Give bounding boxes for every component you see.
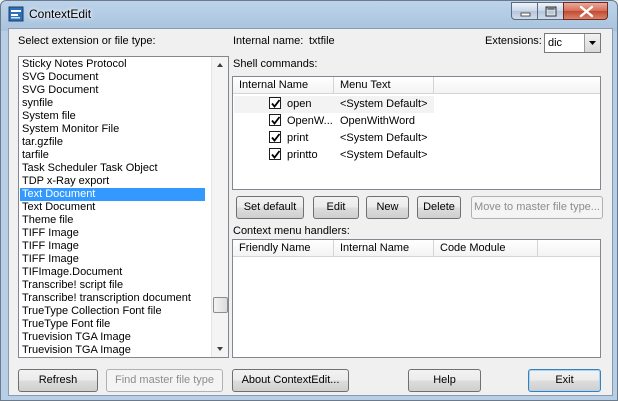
chevron-down-icon xyxy=(589,41,596,45)
shell-command-internal-name: printto xyxy=(287,149,318,161)
file-type-item[interactable]: synfile xyxy=(20,97,205,110)
handlers-col-filler xyxy=(538,240,600,257)
shell-command-menu-text: <System Default> xyxy=(340,149,428,161)
minimize-icon xyxy=(520,12,531,17)
title-bar[interactable]: ContextEdit xyxy=(1,1,617,27)
help-button[interactable]: Help xyxy=(408,369,481,392)
file-type-item[interactable]: tar.gzfile xyxy=(20,136,205,149)
file-type-list[interactable]: Truevision TGA Image Truevision TGA Image… xyxy=(18,56,229,358)
internal-name-label: Internal name: xyxy=(233,35,304,47)
file-type-item[interactable]: TIFF Image xyxy=(20,227,205,240)
file-type-item[interactable]: Transcribe! transcription document xyxy=(20,292,205,305)
shell-command-checkbox[interactable] xyxy=(269,97,281,109)
file-type-item[interactable]: Text Document xyxy=(20,201,205,214)
delete-button[interactable]: Delete xyxy=(417,196,461,219)
about-button[interactable]: About ContextEdit... xyxy=(232,369,349,392)
scroll-thumb[interactable] xyxy=(213,297,228,313)
handlers-col-code-module[interactable]: Code Module xyxy=(434,240,538,257)
handlers-col-internal-name[interactable]: Internal Name xyxy=(334,240,434,257)
scroll-down-icon[interactable] xyxy=(212,341,228,357)
shell-command-internal-name: open xyxy=(287,98,312,110)
extensions-dropdown-button[interactable] xyxy=(584,34,600,52)
shell-commands-table[interactable]: Internal Name Menu Text open <System Defa… xyxy=(232,76,601,190)
file-type-item[interactable]: TrueType Font file xyxy=(20,318,205,331)
file-type-item[interactable]: TIFImage.Document xyxy=(20,266,205,279)
shell-command-internal-name: OpenW... xyxy=(287,115,333,127)
edit-button[interactable]: Edit xyxy=(313,196,359,219)
file-type-item[interactable]: TIFF Image xyxy=(20,253,205,266)
extensions-combo-value: dic xyxy=(548,37,563,49)
shell-command-menu-text: <System Default> xyxy=(340,132,428,144)
file-type-item[interactable]: Sticky Notes Protocol xyxy=(20,58,205,71)
file-type-item[interactable]: tarfile xyxy=(20,149,205,162)
shell-command-row[interactable]: OpenW... OpenWithWord xyxy=(234,113,434,130)
new-button[interactable]: New xyxy=(366,196,409,219)
file-type-item[interactable]: TIFF Image xyxy=(20,240,205,253)
shell-command-row[interactable]: open <System Default> xyxy=(234,96,434,113)
close-icon xyxy=(579,5,594,18)
file-type-item[interactable]: Truevision TGA Image xyxy=(20,344,205,357)
file-type-item[interactable]: Theme file xyxy=(20,214,205,227)
maximize-button[interactable] xyxy=(537,2,564,20)
close-window-button[interactable] xyxy=(563,2,608,20)
file-type-item[interactable]: Transcribe! script file xyxy=(20,279,205,292)
set-default-button[interactable]: Set default xyxy=(236,196,304,219)
shell-col-filler xyxy=(434,77,600,94)
file-type-item[interactable]: TrueType Collection Font file xyxy=(20,305,205,318)
shell-command-checkbox[interactable] xyxy=(269,148,281,160)
file-type-item[interactable]: TDP x-Ray export xyxy=(20,175,205,188)
move-to-master-button[interactable]: Move to master file type... xyxy=(471,196,603,219)
shell-col-menu-text[interactable]: Menu Text xyxy=(334,77,434,94)
shell-command-menu-text: OpenWithWord xyxy=(340,115,415,127)
checkmark-icon xyxy=(271,150,281,159)
checkmark-icon xyxy=(271,133,281,142)
internal-name-value: txtfile xyxy=(309,35,335,47)
find-master-button[interactable]: Find master file type xyxy=(106,369,223,392)
checkmark-icon xyxy=(271,116,281,125)
file-type-item[interactable]: System file xyxy=(20,110,205,123)
context-handlers-table[interactable]: Friendly Name Internal Name Code Module xyxy=(232,239,601,358)
scroll-up-icon[interactable] xyxy=(212,57,228,73)
client-area: Select extension or file type: Truevisio… xyxy=(8,28,613,396)
select-extension-label: Select extension or file type: xyxy=(18,35,156,47)
file-type-item[interactable]: Truevision TGA Image xyxy=(20,331,205,344)
extensions-combo[interactable]: dic xyxy=(544,33,601,53)
shell-command-row[interactable]: printto <System Default> xyxy=(234,147,434,164)
checkmark-icon xyxy=(271,99,281,108)
app-icon xyxy=(8,6,24,22)
shell-commands-label: Shell commands: xyxy=(233,58,318,70)
handlers-col-friendly-name[interactable]: Friendly Name xyxy=(233,240,334,257)
shell-command-row[interactable]: print <System Default> xyxy=(234,130,434,147)
context-handlers-label: Context menu handlers: xyxy=(233,225,350,237)
file-type-item[interactable]: System Monitor File xyxy=(20,123,205,136)
refresh-button[interactable]: Refresh xyxy=(18,369,98,392)
app-window: ContextEdit Select extension or file typ… xyxy=(0,0,618,401)
maximize-icon xyxy=(545,6,557,17)
extensions-label: Extensions: xyxy=(485,35,542,47)
file-type-item[interactable]: Text Document xyxy=(20,188,205,201)
shell-command-checkbox[interactable] xyxy=(269,131,281,143)
shell-command-internal-name: print xyxy=(287,132,309,144)
file-type-item[interactable]: SVG Document xyxy=(20,84,205,97)
shell-command-checkbox[interactable] xyxy=(269,114,281,126)
minimize-button[interactable] xyxy=(511,2,538,20)
window-title: ContextEdit xyxy=(29,7,92,21)
shell-col-internal-name[interactable]: Internal Name xyxy=(233,77,334,94)
shell-command-menu-text: <System Default> xyxy=(340,98,428,110)
file-type-item[interactable]: Task Scheduler Task Object xyxy=(20,162,205,175)
exit-button[interactable]: Exit xyxy=(528,369,601,392)
file-type-item[interactable]: SVG Document xyxy=(20,71,205,84)
file-type-list-scrollbar[interactable] xyxy=(211,57,228,357)
